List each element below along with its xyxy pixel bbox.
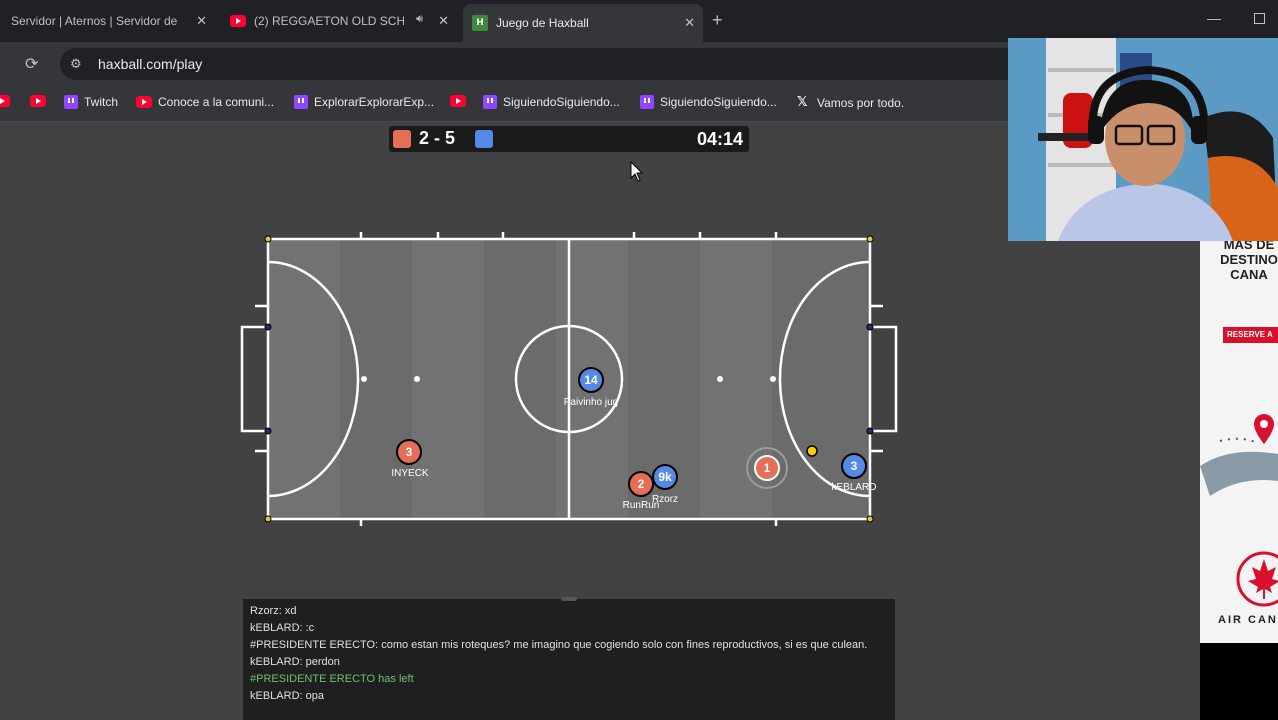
haxball-icon: H — [472, 15, 488, 31]
url-text[interactable]: haxball.com/play — [98, 56, 202, 72]
chat-message: kEBLARD: opa — [250, 690, 324, 702]
bookmark-label: SiguiendoSiguiendo... — [503, 95, 620, 109]
bookmark-twitch[interactable]: Twitch — [64, 95, 118, 109]
minimize-icon[interactable]: — — [1207, 10, 1221, 26]
tab-strip: Servidor | Aternos | Servidor de ✕ (2) R… — [0, 0, 1278, 42]
chat-message: kEBLARD: :c — [250, 622, 315, 634]
player-name: Rzorz — [652, 494, 678, 505]
chat-box[interactable]: Rzorz: xd kEBLARD: :c #PRESIDENTE ERECTO… — [243, 597, 895, 720]
bookmark-x[interactable]: 𝕏 Vamos por todo. — [797, 95, 904, 110]
score: 2 - 5 — [419, 128, 456, 148]
ad-reserve-button[interactable]: RESERVE A — [1223, 327, 1278, 343]
twitch-icon — [483, 95, 497, 109]
twitch-icon — [64, 95, 78, 109]
tab-reggaeton[interactable]: (2) REGGAETON OLD SCHO 🔊︎ ✕ — [222, 6, 457, 36]
bookmark-youtube[interactable] — [0, 95, 16, 107]
match-timer: 04:14 — [696, 129, 743, 149]
bookmark-label: SiguiendoSiguiendo... — [660, 95, 777, 109]
soccer-field[interactable]: 14 Paivinho jug 3 INYECK 2 RunRun 9k Rzo… — [230, 222, 930, 552]
maximize-icon[interactable] — [1254, 13, 1265, 24]
chat-message: #PRESIDENTE ERECTO: como estan mis roteq… — [250, 639, 868, 651]
ball — [806, 445, 818, 457]
ad-map-image — [1200, 414, 1278, 496]
speaker-icon[interactable]: 🔊︎ — [416, 13, 423, 26]
x-icon: 𝕏 — [797, 95, 808, 110]
youtube-icon — [30, 95, 46, 107]
ad-headline: MÁS DE DESTINO CANA — [1220, 241, 1278, 282]
reload-icon[interactable]: ⟳ — [25, 54, 38, 74]
blue-team-square — [475, 130, 493, 148]
twitch-icon — [640, 95, 654, 109]
player-number: 2 — [638, 477, 645, 491]
tab-title: Juego de Haxball — [496, 16, 589, 30]
youtube-icon — [136, 96, 152, 108]
bookmark-label: Conoce a la comuni... — [158, 95, 275, 109]
ad-panel[interactable]: MÁS DE DESTINO CANA RESERVE A AIR CAN — [1200, 241, 1278, 643]
chat-resize-handle[interactable] — [561, 597, 577, 601]
webcam-overlay — [1008, 38, 1278, 241]
close-icon[interactable]: ✕ — [196, 13, 207, 29]
bookmark-siguiendo-2[interactable]: SiguiendoSiguiendo... — [640, 95, 777, 109]
address-bar[interactable]: ⚙ haxball.com/play — [60, 48, 1040, 80]
player-name: Paivinho jug — [564, 397, 618, 408]
new-tab-button[interactable]: + — [712, 10, 723, 31]
chat-message: kEBLARD: perdon — [250, 656, 340, 668]
player-name: kEBLARD — [831, 482, 876, 493]
bookmark-conoce[interactable]: Conoce a la comuni... — [136, 95, 274, 109]
player-name: INYECK — [391, 468, 429, 479]
red-team-square — [393, 130, 411, 148]
player-number: 9k — [658, 470, 672, 484]
chat-log: Rzorz: xd kEBLARD: :c #PRESIDENTE ERECTO… — [250, 604, 880, 706]
player-number: 3 — [406, 445, 413, 459]
tab-title: Servidor | Aternos | Servidor de — [11, 14, 178, 28]
close-icon[interactable]: ✕ — [684, 15, 695, 31]
ad-brand: AIR CAN — [1218, 614, 1278, 626]
site-info-icon[interactable]: ⚙ — [70, 56, 82, 72]
air-canada-logo-icon — [1236, 551, 1278, 607]
ad-footer — [1200, 643, 1278, 720]
tab-title: (2) REGGAETON OLD SCHO — [254, 14, 404, 28]
twitch-icon — [294, 95, 308, 109]
player-number: 14 — [584, 373, 598, 387]
tab-haxball[interactable]: H Juego de Haxball ✕ — [463, 4, 703, 42]
streamer-webcam-image — [1008, 38, 1278, 241]
mouse-cursor-icon — [630, 161, 644, 182]
youtube-icon — [450, 95, 466, 107]
bookmark-siguiendo[interactable]: SiguiendoSiguiendo... — [483, 95, 620, 109]
player-number: 1 — [764, 461, 771, 475]
tab-aternos[interactable]: Servidor | Aternos | Servidor de ✕ — [0, 6, 215, 36]
bookmark-youtube[interactable] — [30, 95, 52, 107]
player-disc: 9k Rzorz — [652, 464, 678, 505]
bookmark-explorar[interactable]: ExplorarExplorarExp... — [294, 95, 434, 109]
bookmark-label: Vamos por todo. — [817, 95, 905, 110]
scoreboard: 2 - 5 04:14 — [389, 126, 749, 152]
chat-message: Rzorz: xd — [250, 605, 297, 617]
chat-notice: #PRESIDENTE ERECTO has left — [250, 673, 414, 685]
player-number: 3 — [851, 459, 858, 473]
close-icon[interactable]: ✕ — [438, 13, 449, 29]
bookmark-label: Twitch — [84, 95, 119, 109]
bookmark-label: ExplorarExplorarExp... — [314, 95, 435, 109]
youtube-icon — [0, 95, 10, 107]
youtube-icon — [230, 15, 246, 27]
bookmark-youtube[interactable] — [450, 95, 472, 107]
